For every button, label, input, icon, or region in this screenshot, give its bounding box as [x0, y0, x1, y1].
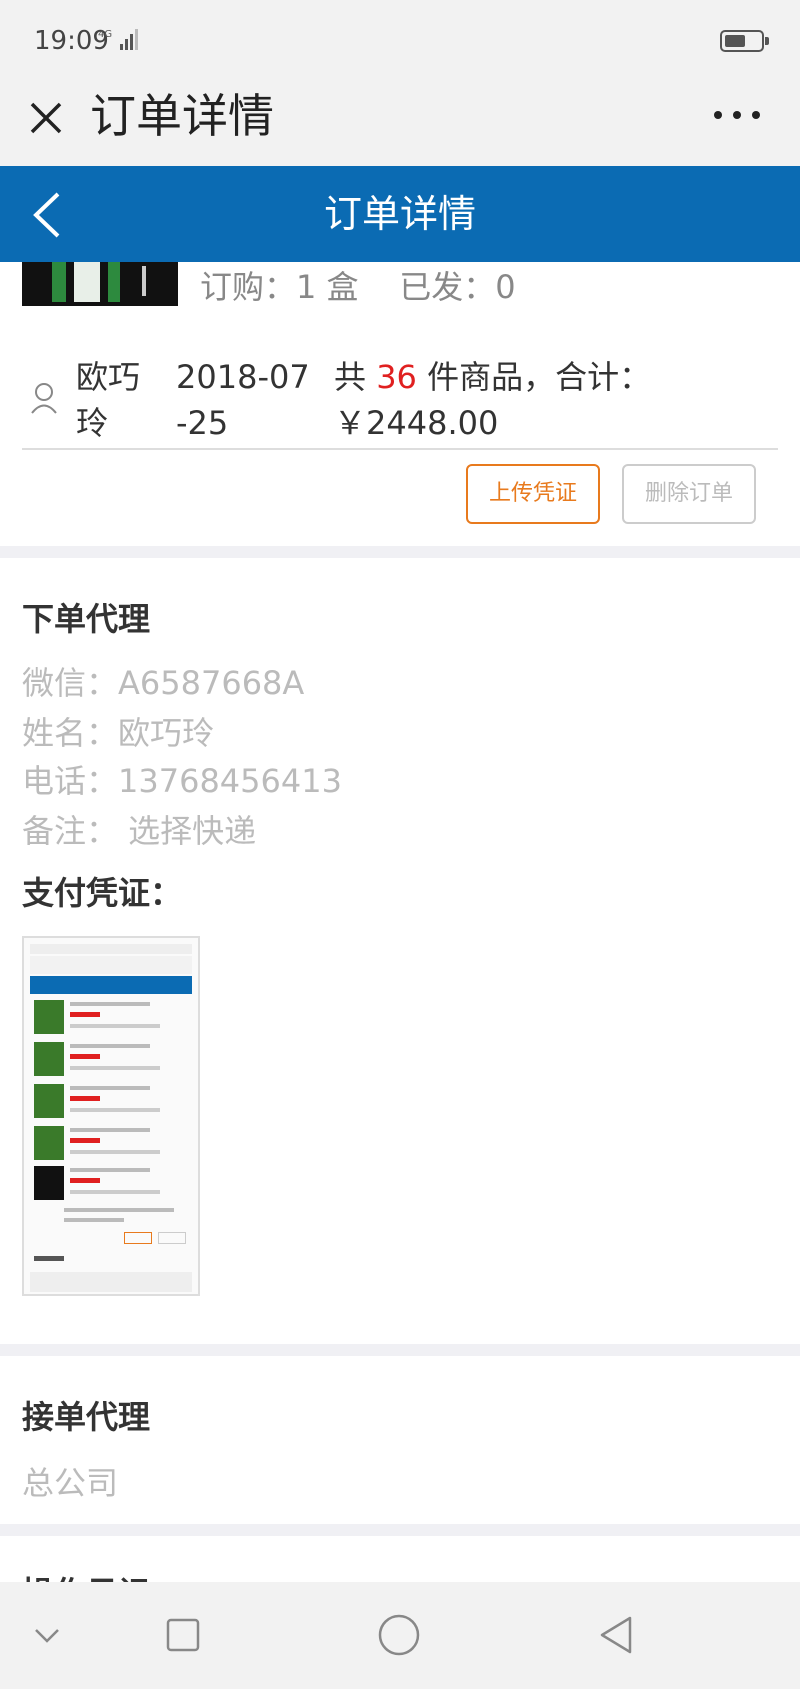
- total-prefix: 共: [334, 358, 367, 396]
- order-detail-content[interactable]: 订购：1 盒 已发：0 欧巧玲 2018-07-25 共 36 件商品，合计： ￥…: [0, 262, 800, 1582]
- battery-icon: [720, 30, 769, 52]
- back-triangle-icon[interactable]: [594, 1612, 640, 1658]
- section-gap: [0, 1344, 800, 1356]
- ordered-label: 订购：: [200, 268, 297, 306]
- delete-order-button[interactable]: 删除订单: [622, 464, 756, 524]
- shipped-label: 已发：: [399, 268, 496, 306]
- order-date: 2018-07-25: [176, 358, 310, 442]
- user-icon: [31, 383, 57, 414]
- operation-log-title: 操作日记: [22, 1568, 150, 1582]
- section-gap: [0, 1524, 800, 1536]
- ordering-agent-title: 下单代理: [22, 600, 151, 638]
- page-title: 订单详情: [323, 192, 476, 236]
- square-icon[interactable]: [160, 1612, 206, 1658]
- agent-wechat: 微信：A6587668A: [22, 664, 305, 702]
- page-header: 订单详情: [0, 166, 800, 262]
- more-icon[interactable]: [712, 108, 762, 122]
- wechat-title-bar: 订单详情: [0, 82, 800, 166]
- signal-icon: 4G: [98, 29, 138, 50]
- circle-icon[interactable]: [376, 1612, 422, 1658]
- shipped-value: 0: [495, 268, 516, 306]
- customer-name: 欧巧玲: [76, 358, 141, 442]
- divider: [22, 448, 778, 450]
- wechat-title: 订单详情: [90, 89, 274, 143]
- system-nav-bar: [0, 1582, 800, 1689]
- total-amount: ￥2448.00: [334, 404, 499, 442]
- receiving-agent-title: 接单代理: [22, 1398, 151, 1436]
- status-bar: 19:09 4G: [0, 0, 800, 82]
- upload-voucher-button[interactable]: 上传凭证: [466, 464, 600, 524]
- receiving-agent-value: 总公司: [22, 1464, 119, 1502]
- total-mid: 件商品，合计：: [427, 358, 652, 396]
- section-gap: [0, 546, 800, 558]
- agent-name: 姓名：欧巧玲: [22, 714, 215, 752]
- order-summary: 欧巧玲 2018-07-25 共 36 件商品，合计： ￥2448.00: [0, 352, 800, 448]
- chevron-down-icon[interactable]: [24, 1612, 70, 1658]
- order-total: 共 36 件商品，合计： ￥2448.00: [334, 354, 784, 446]
- close-icon[interactable]: [24, 96, 68, 140]
- ordered-value: 1 盒: [296, 268, 359, 306]
- order-quantity-line: 订购：1 盒 已发：0: [200, 262, 516, 308]
- agent-phone: 电话：13768456413: [22, 762, 342, 800]
- payment-voucher-image[interactable]: [22, 936, 200, 1296]
- network-label: 4G: [98, 29, 112, 40]
- agent-note: 备注： 选择快递: [22, 812, 257, 850]
- payment-voucher-title: 支付凭证：: [22, 874, 183, 912]
- product-image: [22, 262, 178, 306]
- item-count: 36: [376, 358, 417, 396]
